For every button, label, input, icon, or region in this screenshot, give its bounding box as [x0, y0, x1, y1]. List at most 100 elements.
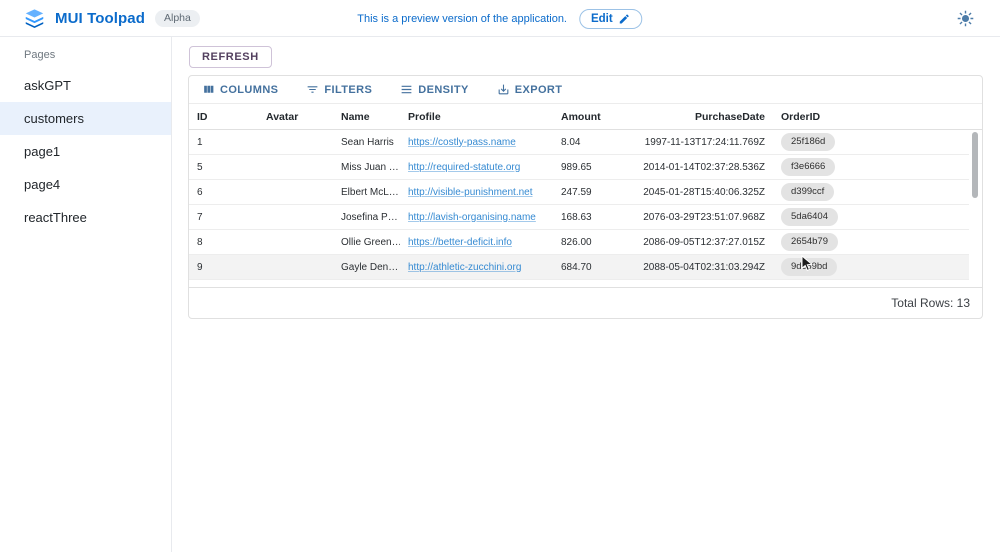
- profile-link[interactable]: https://better-deficit.info: [408, 237, 512, 248]
- export-download-icon: [497, 83, 510, 96]
- topbar-right: [953, 6, 1000, 31]
- column-header-orderid[interactable]: OrderID: [773, 111, 881, 123]
- cell-orderid: 2654b79: [773, 233, 881, 251]
- cell-purchasedate: 2076-03-29T23:51:07.968Z: [633, 212, 773, 223]
- table-row[interactable]: 5 Miss Juan … http://required-statute.or…: [189, 155, 969, 180]
- cell-name: Sean Harris: [333, 137, 400, 148]
- cell-orderid: f3e6666: [773, 158, 881, 176]
- profile-link[interactable]: http://athletic-zucchini.org: [408, 262, 521, 273]
- sidebar: Pages askGPT customers page1 page4 react…: [0, 37, 172, 552]
- columns-button[interactable]: COLUMNS: [198, 81, 282, 98]
- cell-avatar: [258, 187, 333, 198]
- column-header-purchasedate[interactable]: PurchaseDate: [633, 111, 773, 123]
- cell-profile: https://costly-pass.name: [400, 137, 553, 148]
- main-content: REFRESH COLUMNS FILTERS: [172, 37, 1000, 552]
- cell-avatar: [258, 262, 333, 273]
- cell-amount: 684.70: [553, 262, 633, 273]
- orderid-chip: f3e6666: [781, 158, 835, 176]
- cell-profile: http://visible-punishment.net: [400, 187, 553, 198]
- column-header-avatar[interactable]: Avatar: [258, 111, 333, 123]
- grid-footer: Total Rows: 13: [189, 287, 982, 318]
- filters-button[interactable]: FILTERS: [302, 81, 376, 98]
- cell-purchasedate: 2045-01-28T15:40:06.325Z: [633, 187, 773, 198]
- cell-avatar: [258, 237, 333, 248]
- cell-avatar: [258, 212, 333, 223]
- density-button[interactable]: DENSITY: [396, 81, 472, 98]
- cell-name: Miss Juan …: [333, 162, 400, 173]
- cell-amount: 168.63: [553, 212, 633, 223]
- cell-orderid: 9dc59bd: [773, 258, 881, 276]
- cell-id: 7: [189, 212, 258, 223]
- orderid-chip: 25f186d: [781, 133, 835, 151]
- grid-header-row: ID Avatar Name Profile Amount PurchaseDa…: [189, 104, 982, 130]
- orderid-chip: d399ccf: [781, 183, 834, 201]
- cell-id: 9: [189, 262, 258, 273]
- density-button-label: DENSITY: [418, 84, 468, 96]
- column-header-amount[interactable]: Amount: [553, 111, 633, 123]
- vertical-scrollbar[interactable]: [972, 132, 978, 198]
- table-row[interactable]: 7 Josefina P… http://lavish-organising.n…: [189, 205, 969, 230]
- cell-name: Gayle Den…: [333, 262, 400, 273]
- theme-toggle-button[interactable]: [953, 6, 978, 31]
- profile-link[interactable]: http://required-statute.org: [408, 162, 520, 173]
- column-header-id[interactable]: ID: [189, 111, 258, 123]
- sidebar-item-customers[interactable]: customers: [0, 102, 171, 135]
- cell-amount: 247.59: [553, 187, 633, 198]
- filters-button-label: FILTERS: [324, 84, 372, 96]
- column-header-profile[interactable]: Profile: [400, 111, 553, 123]
- cell-purchasedate: 2014-01-14T02:37:28.536Z: [633, 162, 773, 173]
- cell-profile: http://lavish-organising.name: [400, 212, 553, 223]
- app-root: MUI Toolpad Alpha This is a preview vers…: [0, 0, 1000, 552]
- refresh-button[interactable]: REFRESH: [189, 46, 272, 68]
- cell-orderid: 25f186d: [773, 133, 881, 151]
- cell-id: 5: [189, 162, 258, 173]
- preview-banner: This is a preview version of the applica…: [357, 0, 642, 37]
- cell-amount: 989.65: [553, 162, 633, 173]
- sun-icon: [957, 15, 974, 30]
- table-row[interactable]: 6 Elbert McL… http://visible-punishment.…: [189, 180, 969, 205]
- cell-orderid: d399ccf: [773, 183, 881, 201]
- table-row[interactable]: 8 Ollie Green… https://better-deficit.in…: [189, 230, 969, 255]
- profile-link[interactable]: http://visible-punishment.net: [408, 187, 533, 198]
- grid-toolbar: COLUMNS FILTERS DENSITY: [189, 76, 982, 104]
- cell-amount: 8.04: [553, 137, 633, 148]
- topbar: MUI Toolpad Alpha This is a preview vers…: [0, 0, 1000, 37]
- orderid-chip: 5da6404: [781, 208, 838, 226]
- cell-name: Josefina P…: [333, 212, 400, 223]
- view-column-icon: [202, 83, 215, 96]
- orderid-chip: 2654b79: [781, 233, 838, 251]
- cell-profile: http://required-statute.org: [400, 162, 553, 173]
- cell-avatar: [258, 162, 333, 173]
- profile-link[interactable]: http://lavish-organising.name: [408, 212, 536, 223]
- cell-purchasedate: 1997-11-13T17:24:11.769Z: [633, 137, 773, 148]
- cell-profile: http://athletic-zucchini.org: [400, 262, 553, 273]
- toolpad-logo-icon: [24, 8, 45, 29]
- cell-purchasedate: 2086-09-05T12:37:27.015Z: [633, 237, 773, 248]
- data-grid: COLUMNS FILTERS DENSITY: [188, 75, 983, 319]
- orderid-chip: 9dc59bd: [781, 258, 837, 276]
- preview-banner-text: This is a preview version of the applica…: [357, 13, 567, 25]
- total-rows-label: Total Rows: 13: [891, 296, 970, 310]
- cell-name: Ollie Green…: [333, 237, 400, 248]
- cell-profile: https://better-deficit.info: [400, 237, 553, 248]
- filter-list-icon: [306, 83, 319, 96]
- edit-button[interactable]: Edit: [579, 9, 643, 29]
- sidebar-item-page1[interactable]: page1: [0, 135, 171, 168]
- table-row-hovered[interactable]: 9 Gayle Den… http://athletic-zucchini.or…: [189, 255, 969, 280]
- export-button[interactable]: EXPORT: [493, 81, 567, 98]
- sidebar-section-label: Pages: [0, 43, 171, 69]
- profile-link[interactable]: https://costly-pass.name: [408, 137, 516, 148]
- column-header-name[interactable]: Name: [333, 111, 400, 123]
- sidebar-item-askgpt[interactable]: askGPT: [0, 69, 171, 102]
- alpha-badge: Alpha: [155, 10, 200, 27]
- sidebar-item-page4[interactable]: page4: [0, 168, 171, 201]
- cell-id: 1: [189, 137, 258, 148]
- grid-body: 1 Sean Harris https://costly-pass.name 8…: [189, 130, 982, 287]
- cell-amount: 826.00: [553, 237, 633, 248]
- sidebar-item-reactthree[interactable]: reactThree: [0, 201, 171, 234]
- cell-name: Elbert McL…: [333, 187, 400, 198]
- cell-purchasedate: 2088-05-04T02:31:03.294Z: [633, 262, 773, 273]
- cell-avatar: [258, 137, 333, 148]
- table-row[interactable]: 1 Sean Harris https://costly-pass.name 8…: [189, 130, 969, 155]
- density-icon: [400, 83, 413, 96]
